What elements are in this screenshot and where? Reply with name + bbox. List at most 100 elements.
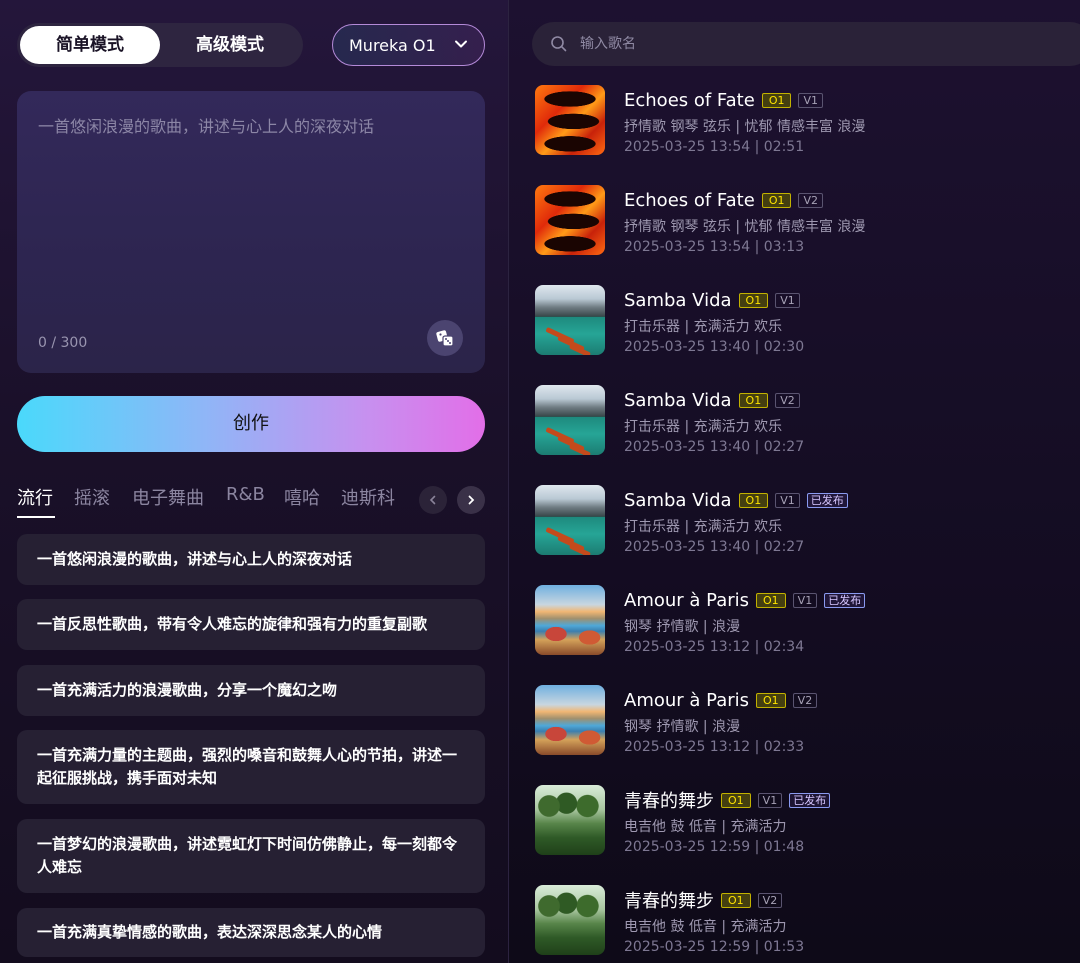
song-meta: 2025-03-25 13:40 | 02:27 <box>624 439 805 455</box>
published-badge: 已发布 <box>789 792 831 808</box>
song-title-row: Samba Vida O1 V1 <box>624 288 807 312</box>
song-title-row: 青春的舞步 O1 V1 已发布 <box>624 788 831 812</box>
published-badge: 已发布 <box>806 492 848 508</box>
song-item[interactable]: Amour à Paris O1 V2 钢琴 抒情歌 | 浪漫 2025-03-25 1… <box>535 685 1075 757</box>
song-search <box>532 22 1080 66</box>
create-panel: 简单模式 高级模式 Mureka O1 0 / 300 创作 流行 摇滚 电子舞… <box>0 0 508 963</box>
model-badge: O1 <box>738 492 769 508</box>
model-badge: O1 <box>738 292 769 308</box>
tab-rock[interactable]: 摇滚 <box>74 484 110 510</box>
tab-pop[interactable]: 流行 <box>17 484 53 510</box>
song-title-row: 青春的舞步 O1 V2 <box>624 888 789 912</box>
song-title-row: Echoes of Fate O1 V2 <box>624 188 830 212</box>
song-cover <box>535 685 605 755</box>
suggestion-item[interactable]: 一首充满真挚情感的歌曲，表达深深思念某人的心情 <box>17 908 485 957</box>
song-tags: 钢琴 抒情歌 | 浪漫 <box>624 619 741 635</box>
song-title-row: Samba Vida O1 V2 <box>624 388 807 412</box>
song-title-row: Samba Vida O1 V1 已发布 <box>624 488 848 512</box>
model-badge: O1 <box>721 792 751 808</box>
song-cover <box>535 385 605 455</box>
tab-disco[interactable]: 迪斯科 <box>341 484 395 510</box>
suggestion-item[interactable]: 一首充满活力的浪漫歌曲，分享一个魔幻之吻 <box>17 665 485 716</box>
published-badge: 已发布 <box>824 592 866 608</box>
search-input[interactable] <box>580 22 1060 66</box>
tab-edm[interactable]: 电子舞曲 <box>132 484 204 510</box>
song-tags: 打击乐器 | 充满活力 欢乐 <box>624 319 783 335</box>
song-cover <box>535 785 605 855</box>
chevron-left-icon <box>429 495 436 505</box>
song-title: Samba Vida <box>624 289 732 311</box>
tab-rnb[interactable]: R&B <box>226 484 265 505</box>
song-library-panel: Echoes of Fate O1 V1 抒情歌 钢琴 弦乐 | 忧郁 情感丰富 浪漫… <box>509 0 1080 963</box>
version-badge: V2 <box>798 192 824 208</box>
song-meta: 2025-03-25 12:59 | 01:53 <box>624 939 805 955</box>
song-cover <box>535 285 605 355</box>
model-select-label: Mureka O1 <box>349 35 436 55</box>
song-meta: 2025-03-25 13:40 | 02:30 <box>624 339 805 355</box>
model-badge: O1 <box>756 692 786 708</box>
song-item[interactable]: 青春的舞步 O1 V1 已发布 电吉他 鼓 低音 | 充满活力 2025-03-25 12… <box>535 785 1075 857</box>
song-item[interactable]: Samba Vida O1 V1 打击乐器 | 充满活力 欢乐 2025-03-25 1… <box>535 285 1075 357</box>
prompt-box: 0 / 300 <box>17 91 485 373</box>
version-badge: V1 <box>775 492 800 508</box>
song-cover <box>535 185 605 255</box>
song-item[interactable]: Echoes of Fate O1 V1 抒情歌 钢琴 弦乐 | 忧郁 情感丰富 浪漫… <box>535 85 1075 157</box>
model-badge: O1 <box>738 392 769 408</box>
version-badge: V2 <box>757 892 783 908</box>
suggestion-item[interactable]: 一首反思性歌曲，带有令人难忘的旋律和强有力的重复副歌 <box>17 599 485 650</box>
model-badge: O1 <box>756 592 786 608</box>
version-badge: V1 <box>757 792 783 808</box>
model-select[interactable]: Mureka O1 <box>332 24 485 66</box>
song-meta: 2025-03-25 13:12 | 02:34 <box>624 639 805 655</box>
suggestion-item[interactable]: 一首充满力量的主题曲，强烈的嗓音和鼓舞人心的节拍，讲述一起征服挑战，携手面对未知 <box>17 730 485 804</box>
song-meta: 2025-03-25 13:40 | 02:27 <box>624 539 805 555</box>
tab-hiphop[interactable]: 嘻哈 <box>284 484 320 510</box>
suggestion-item[interactable]: 一首悠闲浪漫的歌曲，讲述与心上人的深夜对话 <box>17 534 485 585</box>
song-title: Samba Vida <box>624 389 732 411</box>
dice-icon <box>436 330 454 347</box>
version-badge: V1 <box>792 592 818 608</box>
version-badge: V2 <box>792 692 818 708</box>
song-cover <box>535 485 605 555</box>
prompt-input[interactable] <box>17 91 485 321</box>
version-badge: V1 <box>775 292 800 308</box>
suggestion-item[interactable]: 一首梦幻的浪漫歌曲，讲述霓虹灯下时间仿佛静止，每一刻都令人难忘 <box>17 819 485 893</box>
song-item[interactable]: Samba Vida O1 V2 打击乐器 | 充满活力 欢乐 2025-03-25 1… <box>535 385 1075 457</box>
version-badge: V1 <box>798 92 824 108</box>
song-tags: 抒情歌 钢琴 弦乐 | 忧郁 情感丰富 浪漫 <box>624 219 866 235</box>
create-button[interactable]: 创作 <box>17 396 485 452</box>
song-meta: 2025-03-25 13:54 | 03:13 <box>624 239 805 255</box>
song-item[interactable]: Samba Vida O1 V1 已发布 打击乐器 | 充满活力 欢乐 2025-03-2… <box>535 485 1075 557</box>
chevron-right-icon <box>468 495 475 505</box>
song-title: 青春的舞步 <box>624 891 714 912</box>
song-title-row: Amour à Paris O1 V2 <box>624 688 824 712</box>
song-cover <box>535 85 605 155</box>
search-icon <box>551 36 567 52</box>
tabs-next-button[interactable] <box>457 486 485 514</box>
model-badge: O1 <box>761 92 792 108</box>
song-title: Echoes of Fate <box>624 189 755 211</box>
version-badge: V2 <box>775 392 800 408</box>
random-prompt-button[interactable] <box>427 320 463 356</box>
simple-mode-button[interactable]: 简单模式 <box>20 26 160 64</box>
song-meta: 2025-03-25 12:59 | 01:48 <box>624 839 805 855</box>
song-item[interactable]: Amour à Paris O1 V1 已发布 钢琴 抒情歌 | 浪漫 2025-03-2… <box>535 585 1075 657</box>
song-tags: 打击乐器 | 充满活力 欢乐 <box>624 419 783 435</box>
song-cover <box>535 585 605 655</box>
active-tab-underline <box>17 516 55 518</box>
song-title-row: Amour à Paris O1 V1 已发布 <box>624 588 866 612</box>
song-item[interactable]: 青春的舞步 O1 V2 电吉他 鼓 低音 | 充满活力 2025-03-25 12:59… <box>535 885 1075 957</box>
song-item[interactable]: Echoes of Fate O1 V2 抒情歌 钢琴 弦乐 | 忧郁 情感丰富 浪漫… <box>535 185 1075 257</box>
song-tags: 钢琴 抒情歌 | 浪漫 <box>624 719 741 735</box>
song-meta: 2025-03-25 13:12 | 02:33 <box>624 739 805 755</box>
song-tags: 打击乐器 | 充满活力 欢乐 <box>624 519 783 535</box>
mode-toggle: 简单模式 高级模式 <box>17 23 303 67</box>
song-tags: 抒情歌 钢琴 弦乐 | 忧郁 情感丰富 浪漫 <box>624 119 866 135</box>
advanced-mode-button[interactable]: 高级模式 <box>160 26 300 64</box>
char-count: 0 / 300 <box>38 335 88 351</box>
genre-tabs: 流行 摇滚 电子舞曲 R&B 嘻哈 迪斯科 <box>17 484 417 520</box>
song-title-row: Echoes of Fate O1 V1 <box>624 88 830 112</box>
song-cover <box>535 885 605 955</box>
tabs-prev-button[interactable] <box>419 486 447 514</box>
song-title: Amour à Paris <box>624 689 749 711</box>
